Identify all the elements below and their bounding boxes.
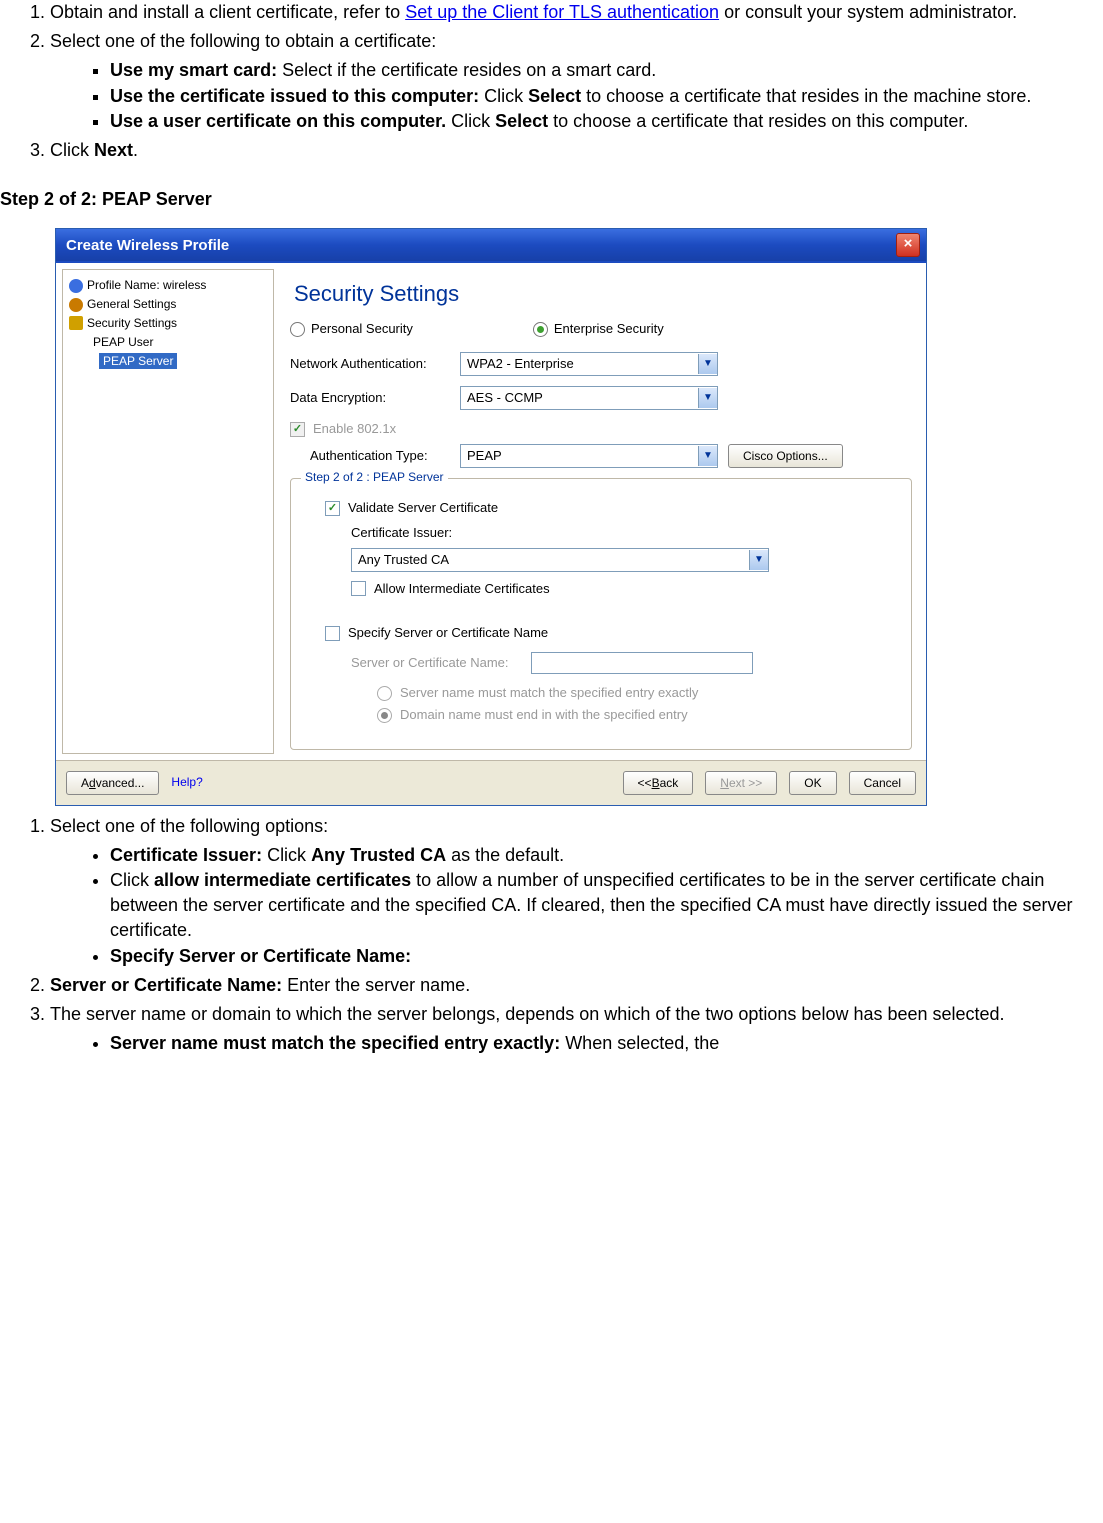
label-auth-type: Authentication Type: bbox=[310, 447, 460, 465]
chevron-down-icon[interactable]: ▼ bbox=[698, 446, 717, 466]
opt-step-1: Select one of the following options: Cer… bbox=[50, 814, 1083, 969]
chk-allow-intermediate[interactable] bbox=[351, 581, 366, 596]
combo-auth-type[interactable]: PEAP▼ bbox=[460, 444, 718, 468]
opt-step-3: The server name or domain to which the s… bbox=[50, 1002, 1083, 1056]
top-list-2: Select one of the following options: Cer… bbox=[0, 814, 1083, 1057]
lock-icon bbox=[69, 316, 83, 330]
chk-8021x bbox=[290, 422, 305, 437]
radio-enterprise[interactable]: Enterprise Security bbox=[533, 320, 664, 338]
step-3: Click Next. bbox=[50, 138, 1083, 163]
cisco-options-button[interactable]: Cisco Options... bbox=[728, 444, 843, 468]
label-cert-issuer: Certificate Issuer: bbox=[351, 524, 897, 542]
ok-button[interactable]: OK bbox=[789, 771, 836, 795]
chk-validate[interactable] bbox=[325, 501, 340, 516]
help-icon bbox=[69, 279, 83, 293]
user-icon bbox=[69, 298, 83, 312]
close-icon[interactable]: × bbox=[896, 233, 920, 257]
label-server-name: Server or Certificate Name: bbox=[351, 654, 531, 672]
input-server-name[interactable] bbox=[531, 652, 753, 674]
radio-match-exact: Server name must match the specified ent… bbox=[377, 684, 897, 702]
tree-profile[interactable]: Profile Name: wireless bbox=[63, 276, 273, 295]
peap-server-group: Step 2 of 2 : PEAP Server Validate Serve… bbox=[290, 478, 912, 749]
radio-match-domain: Domain name must end in with the specifi… bbox=[377, 706, 897, 724]
step-1: Obtain and install a client certificate,… bbox=[50, 0, 1083, 25]
tree-security[interactable]: Security Settings bbox=[63, 314, 273, 333]
step-2: Select one of the following to obtain a … bbox=[50, 29, 1083, 134]
combo-net-auth[interactable]: WPA2 - Enterprise▼ bbox=[460, 352, 718, 376]
combo-cert-issuer[interactable]: Any Trusted CA▼ bbox=[351, 548, 769, 572]
dialog-window: Create Wireless Profile × Profile Name: … bbox=[55, 228, 927, 805]
label-data-enc: Data Encryption: bbox=[290, 389, 460, 407]
tree-general[interactable]: General Settings bbox=[63, 295, 273, 314]
next-button: Next >> bbox=[705, 771, 777, 795]
radio-personal[interactable]: Personal Security bbox=[290, 320, 413, 338]
combo-data-enc[interactable]: AES - CCMP▼ bbox=[460, 386, 718, 410]
chevron-down-icon[interactable]: ▼ bbox=[698, 388, 717, 408]
group-legend: Step 2 of 2 : PEAP Server bbox=[301, 469, 448, 486]
sidebar-tree: Profile Name: wireless General Settings … bbox=[62, 269, 274, 753]
chevron-down-icon[interactable]: ▼ bbox=[749, 550, 768, 570]
step-heading: Step 2 of 2: PEAP Server bbox=[0, 187, 1083, 212]
chevron-down-icon[interactable]: ▼ bbox=[698, 354, 717, 374]
opt-step-2: Server or Certificate Name: Enter the se… bbox=[50, 973, 1083, 998]
label-net-auth: Network Authentication: bbox=[290, 355, 460, 373]
cancel-button[interactable]: Cancel bbox=[849, 771, 916, 795]
window-title: Create Wireless Profile bbox=[66, 235, 229, 256]
help-link[interactable]: Help? bbox=[171, 774, 202, 791]
chk-specify-server[interactable] bbox=[325, 626, 340, 641]
back-button[interactable]: << Back bbox=[623, 771, 694, 795]
tree-peap-user[interactable]: PEAP User bbox=[63, 333, 273, 352]
titlebar: Create Wireless Profile × bbox=[56, 229, 926, 261]
tls-link[interactable]: Set up the Client for TLS authentication bbox=[405, 2, 719, 22]
advanced-button[interactable]: Advanced... bbox=[66, 771, 159, 795]
panel-title: Security Settings bbox=[294, 279, 912, 310]
top-list-1: Obtain and install a client certificate,… bbox=[0, 0, 1083, 163]
tree-peap-server[interactable]: PEAP Server bbox=[93, 352, 190, 371]
